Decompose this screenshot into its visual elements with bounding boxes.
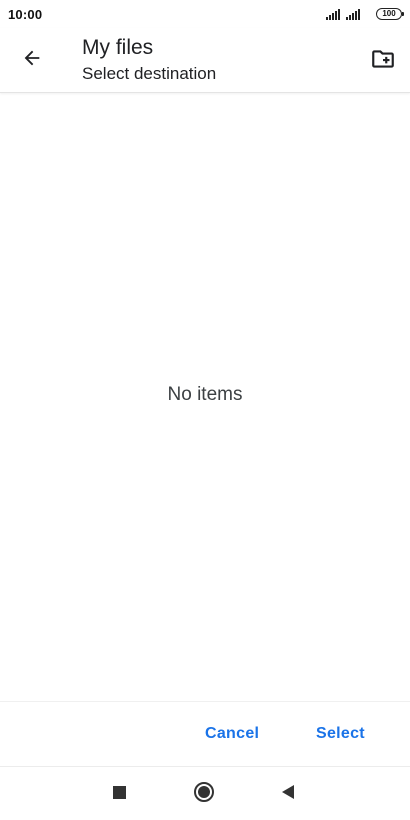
back-button[interactable] (14, 40, 50, 76)
home-circle-icon[interactable] (194, 782, 214, 802)
empty-state-message: No items (167, 384, 243, 405)
status-bar: 10:00 100 (0, 0, 410, 28)
app-bar: My files Select destination (0, 28, 410, 93)
arrow-back-icon (24, 50, 40, 66)
nav-divider (0, 766, 410, 767)
page-title: My files (82, 36, 154, 59)
cancel-button[interactable]: Cancel (205, 714, 259, 754)
signal-icon (326, 9, 340, 20)
status-icons: 100 (326, 8, 404, 20)
back-triangle-icon[interactable] (282, 785, 294, 799)
select-button[interactable]: Select (316, 714, 365, 754)
battery-icon: 100 (376, 8, 404, 20)
recents-square-icon[interactable] (113, 786, 126, 799)
action-divider (0, 701, 410, 702)
create-new-folder-icon (372, 50, 394, 68)
new-folder-button[interactable] (366, 42, 400, 76)
page-subtitle: Select destination (82, 64, 217, 83)
status-time: 10:00 (8, 7, 43, 22)
signal-icon (346, 9, 360, 20)
battery-level: 100 (382, 9, 396, 18)
screen: 10:00 100 My files Select destination No… (0, 0, 410, 820)
